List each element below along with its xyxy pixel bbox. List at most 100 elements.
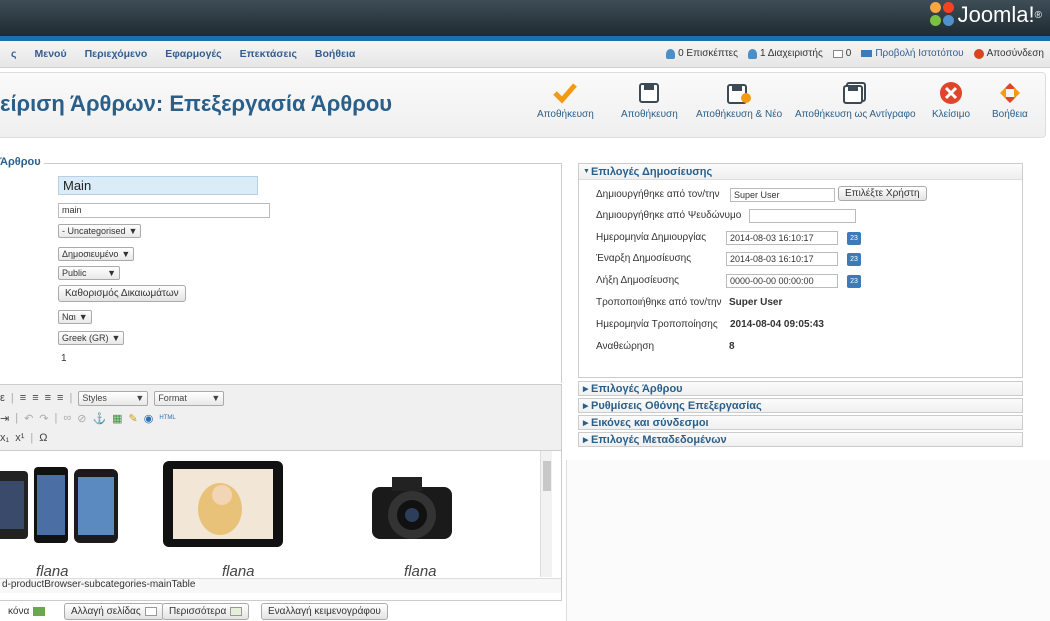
publish-down-input[interactable]: 0000-00-00 00:00:00 [726,274,838,288]
title-input[interactable]: Main [58,176,258,195]
calendar-icon[interactable]: 23 [847,275,861,288]
monitor-icon [861,50,873,57]
editor-content[interactable]: flana flana flana [0,451,549,577]
metadata-options-accordion[interactable]: ▶ Επιλογές Μεταδεδομένων [578,432,1023,447]
product-caption: flana [36,563,69,577]
editor-scrollbar[interactable] [540,451,552,577]
publishing-options-header[interactable]: ▼ Επιλογές Δημοσίευσης [579,164,1022,180]
html-icon[interactable]: HTML [159,415,175,421]
editing-layout-accordion[interactable]: ▶ Ρυθμίσεις Οθόνης Επεξεργασίας [578,398,1023,413]
save-copy-button[interactable]: Αποθήκευση ως Αντίγραφο [795,77,916,120]
alias-input[interactable]: main [58,203,270,218]
dropdown-arrow-icon: ▼ [107,268,116,278]
format-select[interactable]: Format ▼ [154,390,225,406]
publish-down-label: Λήξη Δημοσίευσης [596,275,679,286]
redo-icon[interactable]: ↷ [39,412,48,425]
pagebreak-button[interactable]: Αλλαγή σελίδας [64,603,164,620]
status-select[interactable]: Δημοσιευμένο ▼ [58,247,135,261]
chevron-down-icon: ▼ [583,168,590,175]
floppy-copy-icon [843,77,867,109]
status-area: 0 Επισκέπτες 1 Διαχειριστής 0 Προβολή Ισ… [666,48,1044,59]
publish-up-input[interactable]: 2014-08-03 16:10:17 [726,252,838,266]
article-options-accordion[interactable]: ▶ Επιλογές Άρθρου [578,381,1023,396]
product-caption: flana [222,563,255,577]
joomla-logo-text: Joomla! [957,2,1035,27]
modified-date-label: Ημερομηνία Τροποποίησης [596,319,718,330]
styles-select[interactable]: Styles ▼ [78,390,149,406]
category-select[interactable]: - Uncategorised ▼ [58,224,142,238]
menu-item-extensions[interactable]: Επεκτάσεις [231,48,306,60]
admins-icon [747,48,757,59]
joomla-logo[interactable]: Joomla! ® [929,2,1042,28]
dropdown-arrow-icon: ▼ [121,249,131,259]
image-button[interactable]: κόνα [2,603,51,620]
align-left-icon[interactable]: ≡ [20,392,26,404]
save-close-button[interactable]: Αποθήκευση [621,77,678,120]
superscript-icon[interactable]: x¹ [15,432,24,444]
menu-item-system[interactable]: ς [2,48,25,60]
chevron-right-icon: ▶ [583,419,589,427]
menu-item-content[interactable]: Περιεχόμενο [76,48,157,60]
chevron-right-icon: ▶ [583,436,589,444]
close-icon [939,77,963,109]
permissions-button[interactable]: Καθορισμός Δικαιωμάτων [58,285,186,302]
help-button[interactable]: Βοήθεια [992,77,1028,120]
featured-select[interactable]: Ναι ▼ [58,310,92,324]
align-justify-icon[interactable]: ≡ [57,392,63,404]
revision-value: 8 [729,341,735,352]
editor-toolbar: ε | ≡ ≡ ≡ ≡ | Styles ▼ Format ▼ ⇥ | ↶ ↷ | … [0,385,561,451]
visitors-icon [666,48,676,59]
align-center-icon[interactable]: ≡ [32,392,38,404]
subscript-icon[interactable]: x₁ [0,432,9,444]
menu-item-menus[interactable]: Μενού [25,48,75,60]
calendar-icon[interactable]: 23 [847,253,861,266]
dropdown-arrow-icon: ▼ [135,393,145,403]
unlink-icon[interactable]: ⊘ [77,412,86,425]
modified-by-value: Super User [729,297,783,308]
article-details-fieldset: Άρθρου Main main - Uncategorised ▼ Δημοσι… [0,156,562,383]
messages-status[interactable]: 0 [832,48,851,59]
created-by-input[interactable]: Super User [730,188,835,202]
access-select[interactable]: Public ▼ [58,266,120,280]
checkmark-icon [552,77,578,109]
mail-icon [832,49,843,58]
publishing-options-panel: ▼ Επιλογές Δημοσίευσης Δημιουργήθηκε από … [578,163,1023,378]
close-button[interactable]: Κλείσιμο [932,77,970,120]
modified-date-value: 2014-08-04 09:05:43 [730,319,824,330]
picture-icon [33,607,46,616]
language-select[interactable]: Greek (GR) ▼ [58,331,125,345]
floppy-new-icon [727,77,752,109]
dropdown-arrow-icon: ▼ [111,333,121,343]
images-links-accordion[interactable]: ▶ Εικόνες και σύνδεσμοι [578,415,1023,430]
logout-link[interactable]: Αποσύνδεση [973,48,1044,59]
special-char-icon[interactable]: Ω [39,432,47,444]
anchor-icon[interactable]: ⚓ [92,412,106,425]
select-user-button[interactable]: Επιλέξτε Χρήστη [838,186,927,201]
chevron-right-icon: ▶ [583,385,589,393]
cleanup-icon[interactable]: ✎ [129,412,138,425]
created-date-input[interactable]: 2014-08-03 16:10:17 [726,231,838,245]
calendar-icon[interactable]: 23 [847,232,861,245]
visitors-status: 0 Επισκέπτες [666,48,738,59]
save-button[interactable]: Αποθήκευση [537,77,594,120]
align-right-icon[interactable]: ≡ [45,392,51,404]
image-icon[interactable]: ▦ [112,412,122,425]
undo-icon[interactable]: ↶ [24,412,33,425]
joomla-logo-icon [929,2,956,28]
created-date-label: Ημερομηνία Δημιουργίας [596,232,707,243]
help-icon[interactable]: ◉ [144,412,154,425]
link-icon[interactable]: ∞ [63,412,71,424]
save-new-button[interactable]: Αποθήκευση & Νέο [696,77,782,120]
admin-topbar: Joomla! ® [0,0,1050,36]
toggle-editor-button[interactable]: Εναλλαγή κειμενογράφου [261,603,388,620]
view-site-link[interactable]: Προβολή Ιστοτόπου [861,48,964,59]
menu-item-components[interactable]: Εφαρμογές [156,48,230,60]
created-alias-input[interactable] [749,209,856,223]
readmore-button[interactable]: Περισσότερα [162,603,250,620]
product-images [0,461,452,547]
dropdown-arrow-icon: ▼ [128,226,138,236]
title-toolbar: είριση Άρθρων: Επεξεργασία Άρθρου Αποθήκ… [0,72,1046,138]
indent-icon[interactable]: ⇥ [0,412,9,425]
menu-item-help[interactable]: Βοήθεια [306,48,364,60]
strikethrough-icon[interactable]: ε [0,392,5,404]
